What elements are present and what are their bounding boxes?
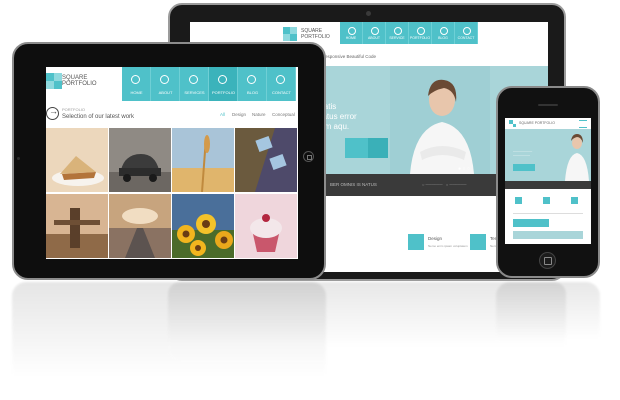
nav-item-blog[interactable]: BLOG <box>238 67 267 101</box>
tablet-screen: SQUARE PORTFOLIO HOME ABOUT SERVICES POR… <box>46 67 298 259</box>
camera-icon <box>366 11 371 16</box>
pencil-icon <box>440 27 448 35</box>
feature-title: Design <box>428 236 443 241</box>
feature-text: Nemo enim ipsam voluptatem <box>428 244 468 248</box>
main-nav: HOME ABOUT SERVICE PORTFOLIO BLOG CONTAC… <box>340 22 478 44</box>
camera-icon <box>17 157 20 160</box>
divider <box>513 213 583 214</box>
logo-text: SQUARE PORTFOLIO <box>62 75 97 87</box>
nav-item-about[interactable]: ABOUT <box>151 67 180 101</box>
band-link[interactable]: ○ ────── ○ ────── <box>422 182 466 187</box>
portfolio-item-fence[interactable] <box>46 194 108 258</box>
grid-icon <box>394 27 402 35</box>
hero-headline: ───────── ──────── <box>513 149 533 157</box>
user-icon <box>371 27 379 35</box>
portfolio-item-sunflowers[interactable] <box>172 194 234 258</box>
section-title: Selection of our latest work <box>62 114 135 120</box>
home-icon <box>348 27 356 35</box>
nav-item-home[interactable]: HOME <box>122 67 151 101</box>
templates-feature-icon <box>470 234 486 250</box>
logo-icon <box>46 73 62 89</box>
nav-item-contact[interactable]: CONTACT <box>455 22 478 44</box>
image-icon <box>417 27 425 35</box>
phone-screen: SQUARE PORTFOLIO ───────── ──────── <box>505 118 591 244</box>
feature-icon <box>571 197 578 204</box>
menu-icon[interactable] <box>579 120 587 128</box>
hero-button-arrow[interactable] <box>368 138 388 158</box>
cta-strip[interactable] <box>513 219 549 227</box>
nav-item-blog[interactable]: BLOG <box>432 22 455 44</box>
nav-item-portfolio[interactable]: PORTFOLIO <box>409 22 432 44</box>
design-feature-icon <box>408 234 424 250</box>
nav-item-service[interactable]: SERVICE <box>386 22 409 44</box>
portfolio-grid <box>46 128 298 259</box>
portfolio-item-cake[interactable] <box>46 128 108 192</box>
tagline: u Responsive Beautiful Code <box>318 54 377 59</box>
logo-icon <box>509 120 516 127</box>
phone-reflection <box>496 282 600 352</box>
nav-item-contact[interactable]: CONTACT <box>267 67 296 101</box>
portfolio-item-car[interactable] <box>109 128 171 192</box>
home-button-icon[interactable] <box>303 151 314 162</box>
user-icon <box>160 75 169 84</box>
portfolio-item-road[interactable] <box>109 194 171 258</box>
feature-icon <box>543 197 550 204</box>
feature-icon <box>515 197 522 204</box>
band-title: BER OMNIS IS NATUS <box>330 182 377 187</box>
slider-dots[interactable]: ● ○ ○ <box>458 166 470 172</box>
logo-text: SQUARE PORTFOLIO <box>519 121 555 125</box>
filter-nature[interactable]: Nature <box>252 112 266 117</box>
image-icon <box>218 75 227 84</box>
nav-item-home[interactable]: HOME <box>340 22 363 44</box>
section-label: PORTFOLIO <box>62 107 86 112</box>
mail-icon <box>463 27 471 35</box>
mail-icon <box>276 75 285 84</box>
portfolio-item-wheat[interactable] <box>172 128 234 192</box>
main-nav: HOME ABOUT SERVICES PORTFOLIO BLOG CONTA… <box>122 67 296 101</box>
arrow-right-icon[interactable] <box>46 106 59 120</box>
logo-icon <box>283 27 297 41</box>
filter-design[interactable]: Design <box>232 112 246 117</box>
home-icon <box>131 75 140 84</box>
grid-icon <box>189 75 198 84</box>
info-strip <box>513 231 583 239</box>
hero-button[interactable] <box>513 164 535 171</box>
pencil-icon <box>247 75 256 84</box>
portfolio-item-window[interactable] <box>235 128 297 192</box>
hero-photo-woman <box>390 66 490 174</box>
info-band <box>505 181 591 189</box>
nav-item-portfolio[interactable]: PORTFOLIO <box>209 67 238 101</box>
speaker-icon <box>538 104 558 106</box>
logo-text: SQUARE PORTFOLIO <box>301 28 330 40</box>
portfolio-item-cupcake[interactable] <box>235 194 297 258</box>
features-section <box>505 189 591 244</box>
filter-conceptual[interactable]: Conceptual <box>272 112 295 117</box>
nav-item-services[interactable]: SERVICES <box>180 67 209 101</box>
filter-all[interactable]: All <box>220 112 225 117</box>
hero-photo-woman <box>565 134 589 181</box>
home-button-icon[interactable] <box>539 252 556 269</box>
nav-item-about[interactable]: ABOUT <box>363 22 386 44</box>
